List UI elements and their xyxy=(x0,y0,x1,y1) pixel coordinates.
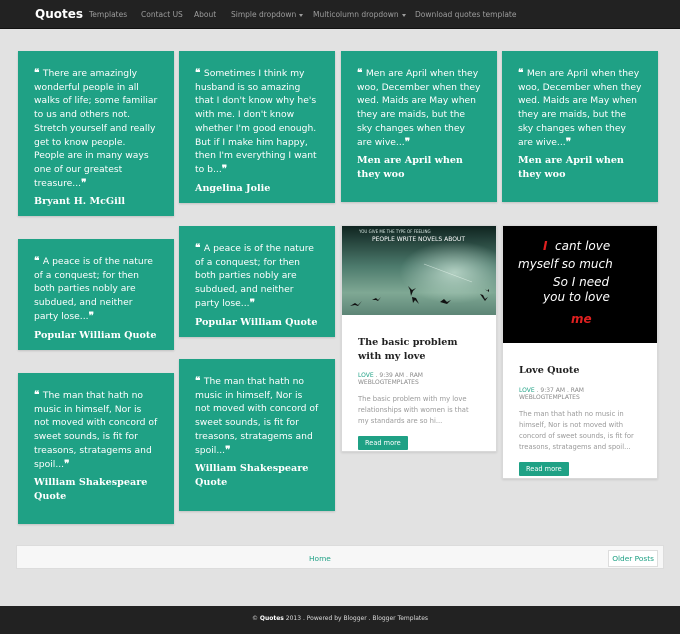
quote-text: ❝ Men are April when they woo, December … xyxy=(357,67,481,149)
image-line-1-i: I xyxy=(543,239,548,253)
quote-card[interactable]: ❝ Sometimes I think my husband is so ama… xyxy=(179,51,335,203)
quote-author[interactable]: Popular William Quote xyxy=(34,329,158,343)
footer-brand-link[interactable]: Quotes xyxy=(260,615,284,622)
quote-card[interactable]: ❝ A peace is of the nature of a conquest… xyxy=(179,226,335,337)
quote-text: ❝ The man that hath no music in himself,… xyxy=(34,389,158,471)
post-image[interactable]: I cant love myself so much So I need you… xyxy=(503,226,657,343)
home-link[interactable]: Home xyxy=(309,554,331,563)
open-quote-icon: ❝ xyxy=(34,256,43,267)
read-more-button[interactable]: Read more xyxy=(358,436,408,450)
quote-card[interactable]: ❝ Men are April when they woo, December … xyxy=(502,51,658,202)
image-line-2: myself so much xyxy=(518,257,613,271)
image-line-4: you to love xyxy=(542,290,610,304)
close-quote-icon: ❞ xyxy=(249,297,255,309)
image-line-1: cant love xyxy=(555,239,610,253)
open-quote-icon: ❝ xyxy=(34,68,43,79)
nav-item-multicolumn-dropdown-label: Multicolumn dropdown xyxy=(313,10,399,19)
post-card: I cant love myself so much So I need you… xyxy=(502,225,658,479)
top-navbar: Quotes Templates Contact US About Simple… xyxy=(0,0,680,29)
image-caption-top: YOU GIVE ME THE TYPE OF FEELING xyxy=(358,229,431,234)
close-quote-icon: ❞ xyxy=(88,310,94,322)
brand-logo[interactable]: Quotes xyxy=(35,7,83,21)
older-posts-button[interactable]: Older Posts xyxy=(608,550,658,567)
footer-text: © Quotes 2013 . Powered by Blogger . Blo… xyxy=(0,615,680,622)
quote-author[interactable]: William Shakespeare Quote xyxy=(195,462,319,489)
copyright-mark: © xyxy=(251,615,260,622)
open-quote-icon: ❝ xyxy=(518,68,527,79)
quote-text: ❝ There are amazingly wonderful people i… xyxy=(34,67,158,190)
quote-text: ❝ A peace is of the nature of a conquest… xyxy=(195,242,319,311)
quote-author[interactable]: Bryant H. McGill xyxy=(34,195,158,209)
quote-text: ❝ A peace is of the nature of a conquest… xyxy=(34,255,158,324)
post-excerpt: The basic problem with my love relations… xyxy=(358,395,469,425)
pager: Home Older Posts xyxy=(16,545,664,569)
close-quote-icon: ❞ xyxy=(225,444,231,456)
post-body: The basic problem with my love LOVE . 9:… xyxy=(342,336,496,450)
nav-item-templates[interactable]: Templates xyxy=(89,10,127,19)
quote-author[interactable]: Popular William Quote xyxy=(195,316,319,330)
close-quote-icon: ❞ xyxy=(221,163,228,175)
post-label[interactable]: LOVE xyxy=(519,387,535,394)
quote-author[interactable]: Angelina Jolie xyxy=(195,182,319,196)
nav-item-simple-dropdown[interactable]: Simple dropdown xyxy=(231,10,304,19)
nav-item-download[interactable]: Download quotes template xyxy=(415,10,516,19)
post-image[interactable]: YOU GIVE ME THE TYPE OF FEELING PEOPLE W… xyxy=(342,226,496,315)
image-line-3: So I need xyxy=(553,275,609,289)
footer: © Quotes 2013 . Powered by Blogger . Blo… xyxy=(0,606,680,634)
love-text-image: I cant love myself so much So I need you… xyxy=(503,226,657,343)
post-excerpt: The man that hath no music in himself, N… xyxy=(519,409,634,451)
caret-down-icon xyxy=(401,13,406,17)
quote-card[interactable]: ❝ There are amazingly wonderful people i… xyxy=(18,51,174,216)
quote-author[interactable]: William Shakespeare Quote xyxy=(34,476,158,503)
post-meta: LOVE . 9:37 AM . RAM WEBLOGTEMPLATES xyxy=(519,387,641,401)
post-title[interactable]: Love Quote xyxy=(519,364,641,378)
quote-card[interactable]: ❝ The man that hath no music in himself,… xyxy=(18,373,174,524)
nav-item-multicolumn-dropdown[interactable]: Multicolumn dropdown xyxy=(313,10,406,19)
birds-image: YOU GIVE ME THE TYPE OF FEELING PEOPLE W… xyxy=(342,226,496,315)
quote-author[interactable]: Men are April when they woo xyxy=(518,154,642,181)
close-quote-icon: ❞ xyxy=(565,136,572,148)
close-quote-icon: ❞ xyxy=(404,136,411,148)
nav-item-contact[interactable]: Contact US xyxy=(141,10,183,19)
post-body: Love Quote LOVE . 9:37 AM . RAM WEBLOGTE… xyxy=(503,364,657,476)
quote-author[interactable]: Men are April when they woo xyxy=(357,154,481,181)
open-quote-icon: ❝ xyxy=(195,243,204,254)
nav-item-simple-dropdown-label: Simple dropdown xyxy=(231,10,297,19)
quote-body: There are amazingly wonderful people in … xyxy=(34,68,158,189)
open-quote-icon: ❝ xyxy=(357,68,366,79)
quote-body: The man that hath no music in himself, N… xyxy=(34,390,158,470)
open-quote-icon: ❝ xyxy=(34,390,43,401)
open-quote-icon: ❝ xyxy=(195,376,204,387)
footer-rest: 2013 . Powered by Blogger . Blogger Temp… xyxy=(283,615,429,622)
image-caption-main: PEOPLE WRITE NOVELS ABOUT xyxy=(372,236,465,243)
quote-body: Men are April when they woo, December wh… xyxy=(518,68,642,148)
nav-item-about[interactable]: About xyxy=(194,10,216,19)
quote-body: Men are April when they woo, December wh… xyxy=(357,68,481,148)
post-label[interactable]: LOVE xyxy=(358,372,374,379)
quote-card[interactable]: ❝ Men are April when they woo, December … xyxy=(341,51,497,202)
post-card: YOU GIVE ME THE TYPE OF FEELING PEOPLE W… xyxy=(341,225,497,452)
read-more-button[interactable]: Read more xyxy=(519,461,569,476)
post-meta: LOVE . 9:39 AM . RAM WEBLOGTEMPLATES xyxy=(358,372,480,386)
open-quote-icon: ❝ xyxy=(195,68,204,79)
quote-card[interactable]: ❝ A peace is of the nature of a conquest… xyxy=(18,239,174,350)
quote-body: Sometimes I think my husband is so amazi… xyxy=(195,68,317,175)
image-line-5: me xyxy=(571,312,592,326)
close-quote-icon: ❞ xyxy=(64,458,70,470)
quote-body: The man that hath no music in himself, N… xyxy=(195,376,319,456)
quote-text: ❝ Sometimes I think my husband is so ama… xyxy=(195,67,319,177)
post-title[interactable]: The basic problem with my love xyxy=(358,336,480,363)
close-quote-icon: ❞ xyxy=(81,177,87,189)
quote-text: ❝ The man that hath no music in himself,… xyxy=(195,375,319,457)
quote-text: ❝ Men are April when they woo, December … xyxy=(518,67,642,149)
caret-down-icon xyxy=(299,13,304,17)
quote-card[interactable]: ❝ The man that hath no music in himself,… xyxy=(179,359,335,511)
